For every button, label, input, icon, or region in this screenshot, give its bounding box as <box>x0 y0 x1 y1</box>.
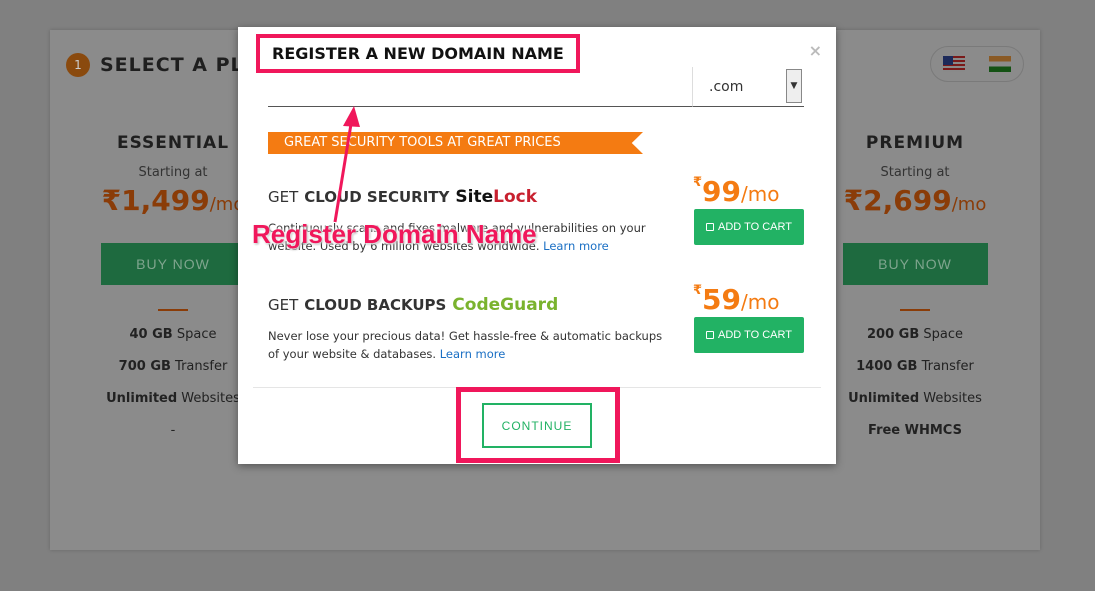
arrow-head <box>343 106 360 127</box>
annotation-arrow <box>333 106 360 223</box>
annotation-label: Register Domain Name <box>252 219 537 249</box>
arrow-line <box>333 117 354 223</box>
